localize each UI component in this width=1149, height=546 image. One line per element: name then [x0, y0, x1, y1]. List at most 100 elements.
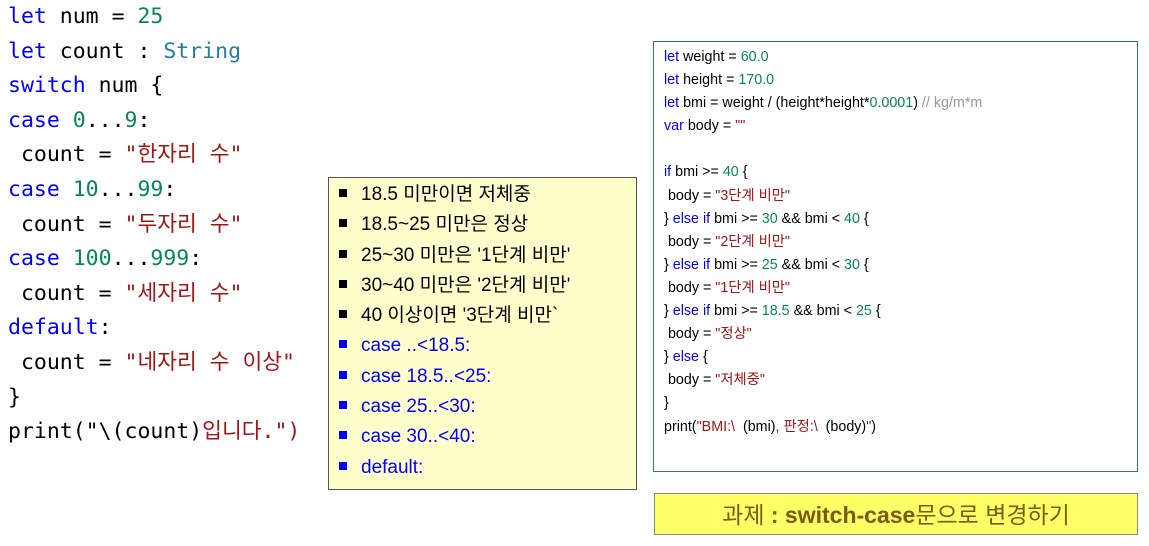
number-literal: 999 — [150, 246, 190, 272]
list-item: case 30..<40: — [337, 422, 636, 452]
list-item: 18.5~25 미만은 정상 — [337, 210, 636, 240]
code-line: count = "네자리 수 이상" — [8, 349, 300, 384]
keyword: default — [8, 315, 99, 341]
code-text: count = — [8, 142, 125, 168]
string-literal: "BMI:\ — [696, 418, 743, 435]
number-literal: 99 — [137, 176, 164, 202]
code-text: && bmi < — [777, 210, 845, 227]
code-line: } — [8, 384, 300, 419]
number-literal: 25 — [855, 303, 872, 320]
code-text: body = — [664, 233, 716, 250]
code-text: ... — [98, 176, 138, 202]
code-text: : — [98, 315, 112, 341]
number-literal: 30 — [844, 256, 860, 273]
number-literal: 60.0 — [740, 49, 769, 65]
number-literal: 40 — [722, 164, 739, 181]
string-literal: "두자리 수" — [124, 211, 243, 237]
code-text: count = — [8, 349, 125, 375]
square-bullet-icon — [339, 431, 347, 440]
string-literal: "3단계 비만" — [715, 187, 790, 204]
code-text: count : — [46, 38, 164, 64]
note-text: case 30..<40: — [361, 426, 476, 448]
code-text: } — [664, 210, 673, 227]
string-literal: "1단계 비만" — [715, 279, 790, 296]
code-text: && bmi < — [777, 256, 845, 273]
note-text: case 18.5..<25: — [361, 365, 492, 387]
list-item: 30~40 미만은 '2단계 비만' — [337, 271, 636, 301]
assignment-banner: 과제 : switch-case문으로 변경하기 — [654, 493, 1138, 535]
code-line: } else if bmi >= 30 && bmi < 40 { — [664, 209, 1137, 232]
string-literal: "" — [735, 118, 746, 135]
code-text: { — [738, 164, 748, 181]
code-line: case 0...9: — [8, 107, 300, 142]
code-line: case 100...999: — [8, 245, 300, 280]
code-text: (body) — [825, 418, 867, 435]
code-text: ) — [913, 95, 922, 112]
number-literal: 170.0 — [738, 72, 775, 89]
code-text: weight = — [679, 49, 741, 65]
code-text: bmi >= — [710, 210, 762, 227]
square-bullet-icon — [339, 401, 347, 410]
number-literal: 25 — [137, 4, 164, 29]
code-text: } — [664, 395, 669, 412]
code-line: let count : String — [8, 38, 300, 73]
number-literal: 0.0001 — [869, 95, 914, 112]
square-bullet-icon — [339, 249, 347, 258]
keyword: let — [664, 95, 680, 112]
code-text: ... — [85, 107, 125, 133]
code-text: : — [163, 176, 177, 202]
list-item: case 18.5..<25: — [337, 362, 636, 392]
code-line: var body = "" — [664, 116, 1137, 139]
code-line: count = "두자리 수" — [8, 211, 300, 246]
keyword: else — [672, 349, 699, 366]
code-text: bmi >= — [710, 256, 762, 273]
code-text: num { — [85, 73, 164, 99]
list-item: case 25..<30: — [337, 392, 636, 422]
code-text: } — [664, 349, 673, 366]
square-bullet-icon — [339, 188, 347, 197]
square-bullet-icon — [339, 310, 347, 319]
note-text: case 25..<30: — [361, 396, 476, 418]
square-bullet-icon — [339, 279, 347, 288]
code-line: case 10...99: — [8, 176, 300, 211]
code-text: && bmi < — [789, 303, 856, 320]
code-text: body = — [664, 187, 716, 204]
string-literal: "2단계 비만" — [715, 233, 790, 250]
number-literal: 10 — [72, 176, 99, 202]
code-line: } — [664, 393, 1137, 416]
code-text: height = — [679, 72, 739, 89]
string-literal: 입니다.") — [202, 419, 301, 445]
string-literal: "정상" — [715, 326, 752, 343]
code-text: body = — [664, 372, 716, 389]
keyword: let — [8, 4, 47, 29]
code-text: : — [137, 107, 151, 133]
number-literal: 18.5 — [761, 303, 790, 320]
code-text: { — [859, 256, 869, 273]
number-literal: 40 — [844, 210, 860, 227]
code-text: bmi >= — [710, 303, 762, 320]
code-text: (bmi) — [742, 418, 776, 435]
code-line: count = "세자리 수" — [8, 280, 300, 315]
code-line: body = "3단계 비만" — [664, 186, 1137, 209]
keyword: switch — [8, 73, 86, 99]
code-line: } else if bmi >= 18.5 && bmi < 25 { — [664, 301, 1137, 324]
note-text: case ..<18.5: — [361, 335, 471, 357]
code-line: default: — [8, 314, 300, 349]
code-text: } — [664, 256, 673, 273]
code-text: count = — [8, 280, 125, 306]
list-item: default: — [337, 453, 636, 483]
square-bullet-icon — [339, 219, 347, 228]
number-literal: 30 — [761, 210, 778, 227]
code-line: body = "정상" — [664, 324, 1137, 347]
list-item: case ..<18.5: — [337, 331, 636, 361]
code-line: switch num { — [8, 72, 300, 107]
keyword: var — [664, 118, 684, 135]
type-name: String — [163, 38, 242, 64]
note-text: 18.5 미만이면 저체중 — [361, 184, 531, 205]
bmi-range-note: 18.5 미만이면 저체중 18.5~25 미만은 정상 25~30 미만은 '… — [328, 177, 637, 490]
note-text: 25~30 미만은 '1단계 비만' — [361, 244, 571, 266]
code-text: print("\(count) — [8, 419, 203, 445]
code-line: let height = 170.0 — [664, 70, 1137, 93]
banner-text: 과제 — [722, 502, 771, 528]
